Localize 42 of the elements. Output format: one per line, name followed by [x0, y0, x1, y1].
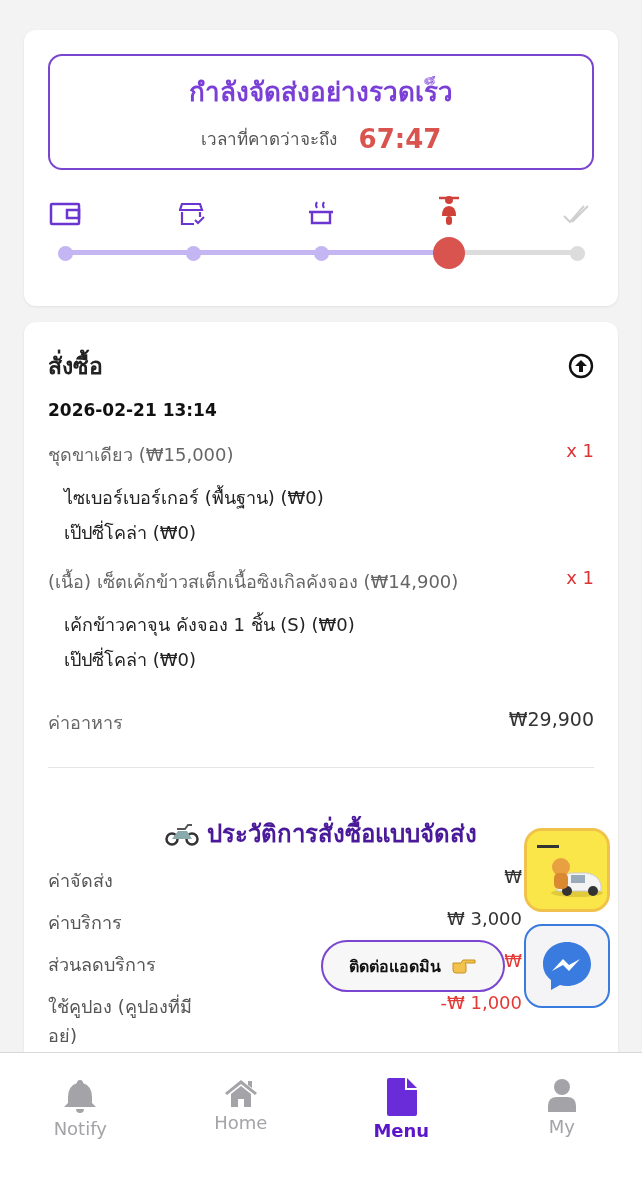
item-option: เป๊ปซี่โคล่า (₩0) — [64, 518, 594, 547]
bell-icon — [63, 1078, 98, 1114]
subtotal-value: ₩29,900 — [508, 708, 594, 732]
fee-value: ₩ 3,000 — [446, 908, 522, 931]
order-datetime: 2026-02-21 13:14 — [48, 400, 218, 420]
item-name: (เนื้อ) เซ็ตเค้กข้าวสเต็กเนื้อซิงเกิลคังจอง (₩14,900) — [48, 568, 459, 594]
contact-admin-button[interactable]: ติดต่อแอดมิน — [321, 940, 505, 992]
fee-value: ₩ — [504, 950, 522, 973]
nav-tab[interactable]: My — [481, 1077, 642, 1138]
fee-label: ค่าจัดส่ง — [48, 869, 113, 893]
scooter-icon — [436, 194, 462, 226]
document-icon — [385, 1078, 418, 1116]
nav-tab[interactable]: Menu — [321, 1077, 482, 1142]
item-option: ไซเบอร์เบอร์เกอร์ (พื้นฐาน) (₩0) — [64, 483, 594, 512]
messenger-icon — [540, 939, 594, 993]
fee-label: ใช้คูปอง (คูปองที่มีอย่) — [48, 993, 193, 1048]
item-quantity: x 1 — [566, 567, 594, 588]
fee-label: ค่าบริการ — [48, 911, 122, 935]
eta-time: 67:47 — [358, 123, 442, 154]
item-option: เค้กข้าวคาจุน คังจอง 1 ชิ้น (S) (₩0) — [64, 610, 594, 639]
nav-tab[interactable]: Home — [160, 1077, 321, 1134]
item-option: เป๊ปซี่โคล่า (₩0) — [64, 645, 594, 674]
wallet-icon — [49, 202, 81, 226]
motorcycle-icon — [165, 821, 199, 846]
eta-label: เวลาที่คาดว่าจะถึง — [200, 126, 337, 151]
item-quantity: x 1 — [566, 440, 594, 461]
delivery-title: ประวัติการสั่งซื้อแบบจัดส่ง — [207, 814, 477, 853]
order-title: สั่งซื้อ — [48, 348, 103, 384]
item-name: ชุดขาเดียว (₩15,000) — [48, 443, 234, 468]
messenger-button[interactable] — [524, 924, 610, 1008]
home-icon — [223, 1078, 258, 1108]
upload-icon[interactable] — [568, 353, 594, 379]
subtotal-label: ค่าอาหาร — [48, 711, 123, 735]
store-check-icon — [179, 202, 207, 226]
fee-value: -₩ 1,000 — [440, 992, 522, 1015]
user-icon — [546, 1078, 577, 1112]
fee-value: ₩ — [504, 866, 522, 889]
status-title: กำลังจัดส่งอย่างรวดเร็ว — [189, 75, 453, 109]
nav-tab[interactable]: Notify — [0, 1077, 161, 1140]
fee-label: ส่วนลดบริการ — [48, 953, 156, 977]
double-check-icon — [562, 204, 592, 226]
pointing-hand-icon — [451, 958, 477, 974]
